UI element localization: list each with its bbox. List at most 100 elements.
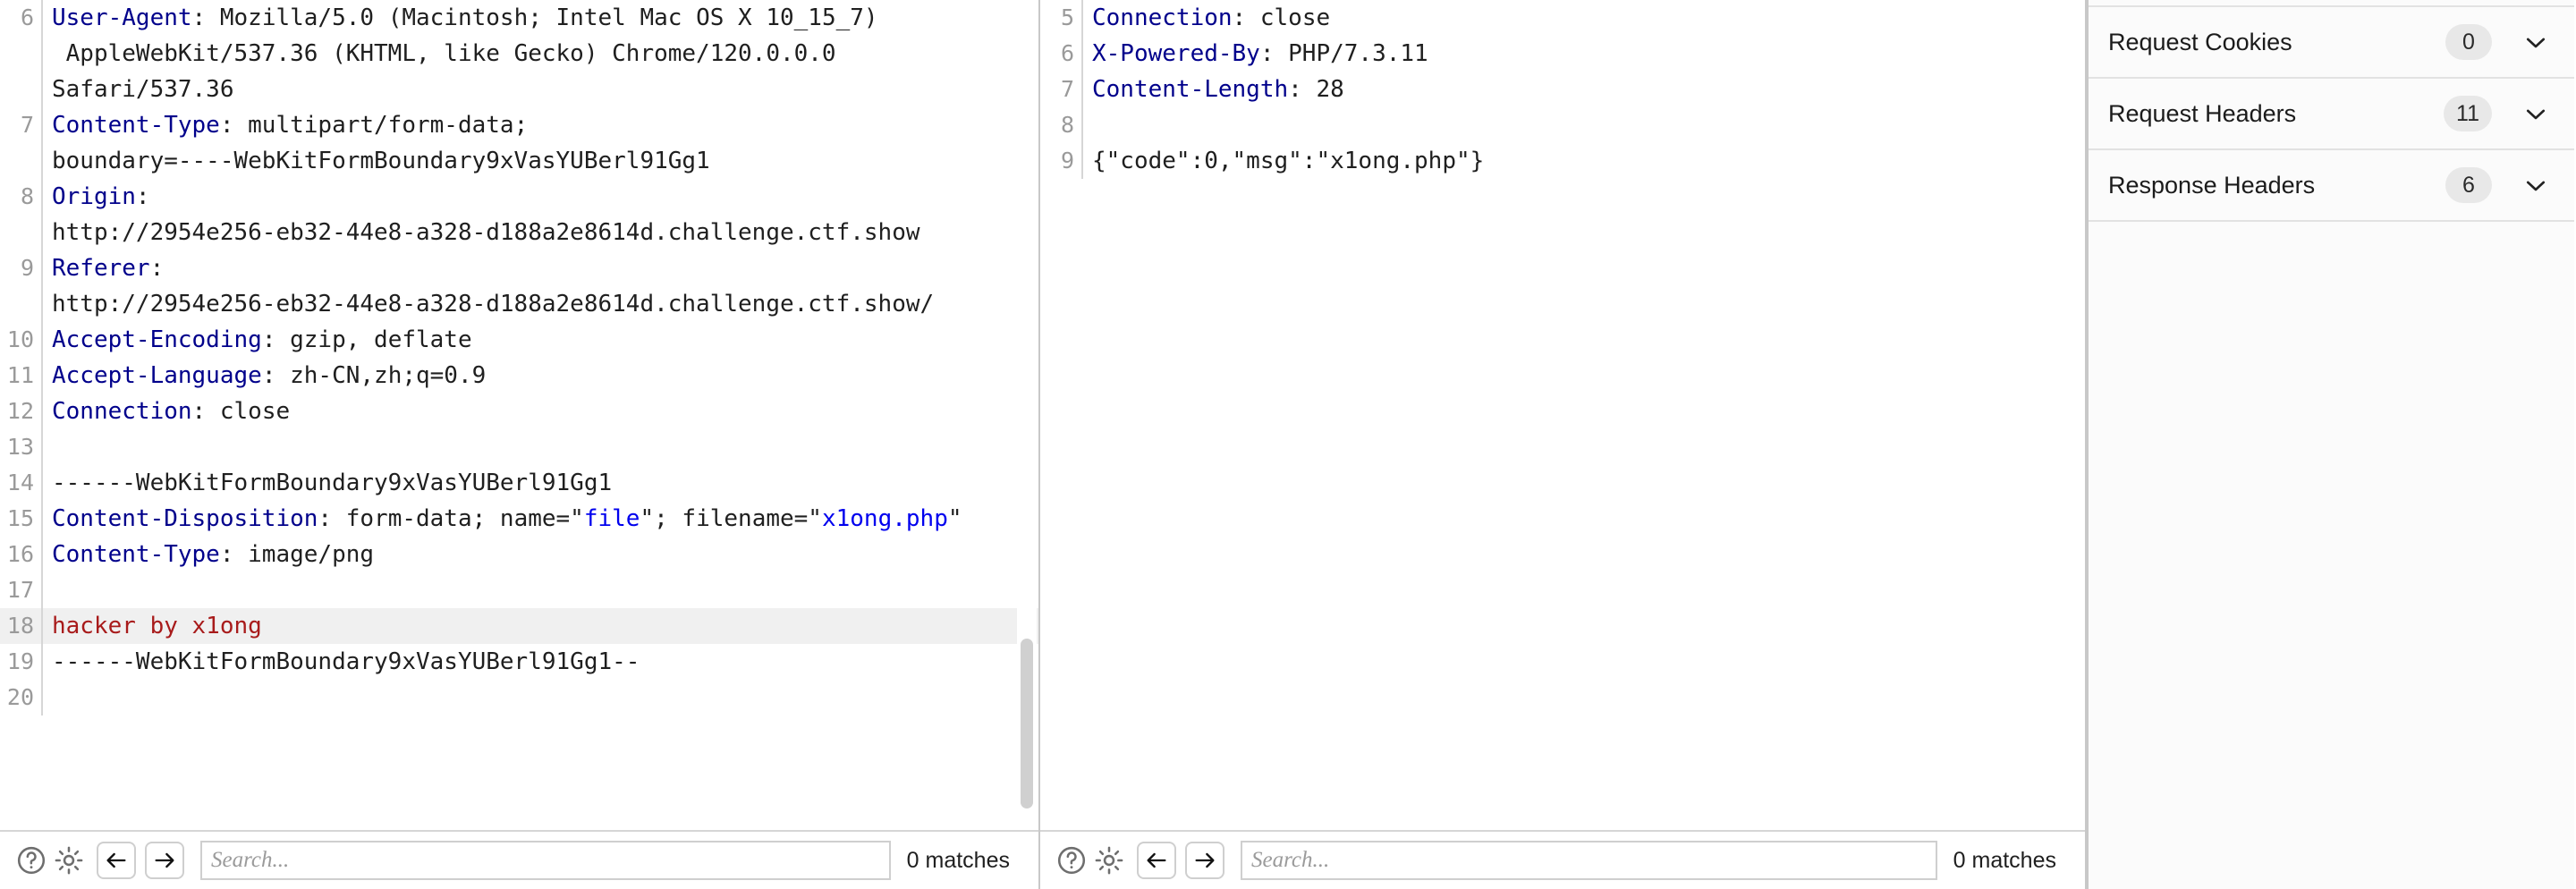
chevron-down-icon[interactable] <box>2522 100 2549 127</box>
code-token: : http://2954e256-eb32-44e8-a328-d188a2e… <box>52 183 920 246</box>
sidebar-section-label: Request Cookies <box>2108 28 2292 55</box>
response-search-placeholder: Search... <box>1251 848 1330 872</box>
line-content: Content-Type: image/png <box>43 537 1038 572</box>
line-number: 16 <box>6 541 34 567</box>
line-content: Connection: close <box>43 394 1038 429</box>
gear-icon[interactable] <box>50 842 88 879</box>
sidebar-section-list: Request Cookies 0 Request Headers 11 Respons… <box>2089 7 2574 222</box>
code-line: 7 Content-Length: 28 <box>1040 72 2085 107</box>
request-search-input[interactable]: Search... <box>200 841 891 880</box>
line-content: Content-Length: 28 <box>1083 72 2085 107</box>
code-line: 9 {"code":0,"msg":"x1ong.php"} <box>1040 143 2085 179</box>
line-number: 10 <box>6 326 34 352</box>
code-token: : close <box>191 398 291 425</box>
code-token: Content-Type <box>52 112 220 139</box>
line-content: ------WebKitFormBoundary9xVasYUBerl91Gg1 <box>43 465 1038 501</box>
line-number: 8 <box>20 183 34 209</box>
line-number: 6 <box>1060 40 1074 66</box>
line-content: Accept-Language: zh-CN,zh;q=0.9 <box>43 358 1038 394</box>
line-number: 7 <box>20 112 34 138</box>
request-scrollbar-thumb[interactable] <box>1021 639 1033 809</box>
find-previous-button[interactable] <box>1137 842 1176 879</box>
code-token: Connection <box>1092 4 1233 31</box>
sidebar-section-request-cookies[interactable]: Request Cookies 0 <box>2089 7 2574 79</box>
code-line: 8 <box>1040 107 2085 143</box>
request-scrollbar[interactable] <box>1017 0 1037 830</box>
line-content: hacker by x1ong <box>43 608 1038 644</box>
code-token: : http://2954e256-eb32-44e8-a328-d188a2e… <box>52 255 935 318</box>
code-line: 20 <box>0 680 1038 715</box>
code-token: Content-Length <box>1092 76 1289 103</box>
code-line: 13 <box>0 429 1038 465</box>
response-code-lines: 5 Connection: close 6 X-Powered-By: PHP/7.3… <box>1040 0 2085 179</box>
find-previous-button[interactable] <box>97 842 136 879</box>
code-token: x1ong.php <box>821 505 948 532</box>
line-content: X-Powered-By: PHP/7.3.11 <box>1083 36 2085 72</box>
gear-icon[interactable] <box>1090 842 1128 879</box>
code-line: 16 Content-Type: image/png <box>0 537 1038 572</box>
code-token: : form-data; name=" <box>318 505 584 532</box>
line-number: 7 <box>1060 76 1074 102</box>
code-line: 6 X-Powered-By: PHP/7.3.11 <box>1040 36 2085 72</box>
line-content: User-Agent: Mozilla/5.0 (Macintosh; Inte… <box>43 0 1038 107</box>
question-circle-icon[interactable] <box>1053 842 1090 879</box>
gutter-divider <box>41 429 43 465</box>
sidebar-section-label: Request Headers <box>2108 99 2297 127</box>
code-line: 11 Accept-Language: zh-CN,zh;q=0.9 <box>0 358 1038 394</box>
code-token: ------WebKitFormBoundary9xVasYUBerl91Gg1… <box>52 648 640 675</box>
code-token: : zh-CN,zh;q=0.9 <box>261 362 487 389</box>
code-line: 14 ------WebKitFormBoundary9xVasYUBerl91G… <box>0 465 1038 501</box>
find-next-button[interactable] <box>1185 842 1224 879</box>
code-line: 5 Connection: close <box>1040 0 2085 36</box>
code-token: Referer <box>52 255 150 282</box>
sidebar-section-request-headers[interactable]: Request Headers 11 <box>2089 79 2574 150</box>
request-code-lines: 6 User-Agent: Mozilla/5.0 (Macintosh; Int… <box>0 0 1038 715</box>
code-line: 15 Content-Disposition: form-data; name="… <box>0 501 1038 537</box>
request-search-toolbar: Search... 0 matches <box>0 830 1038 889</box>
response-code-area[interactable]: 5 Connection: close 6 X-Powered-By: PHP/7.3… <box>1040 0 2085 830</box>
inspector-sidebar: Request Cookies 0 Request Headers 11 Respons… <box>2087 0 2574 889</box>
line-content: Connection: close <box>1083 0 2085 36</box>
sidebar-section-label: Response Headers <box>2108 171 2316 199</box>
find-next-button[interactable] <box>145 842 184 879</box>
code-token: X-Powered-By <box>1092 40 1260 67</box>
line-number: 19 <box>6 648 34 674</box>
sidebar-empty-space <box>2089 222 2574 889</box>
sidebar-top-divider <box>2089 0 2574 7</box>
code-token: ------WebKitFormBoundary9xVasYUBerl91Gg1 <box>52 470 613 496</box>
line-number: 18 <box>6 613 34 639</box>
code-token: : image/png <box>219 541 375 568</box>
line-number: 8 <box>1060 112 1074 138</box>
code-line: 8 Origin: http://2954e256-eb32-44e8-a328-… <box>0 179 1038 250</box>
code-token: : gzip, deflate <box>261 326 472 353</box>
chevron-down-icon[interactable] <box>2522 172 2549 199</box>
sidebar-section-response-headers[interactable]: Response Headers 6 <box>2089 150 2574 222</box>
code-token: Content-Disposition <box>52 505 318 532</box>
code-line: 19 ------WebKitFormBoundary9xVasYUBerl91G… <box>0 644 1038 680</box>
response-search-input[interactable]: Search... <box>1241 841 1937 880</box>
question-circle-icon[interactable] <box>13 842 50 879</box>
code-token: Connection <box>52 398 192 425</box>
line-content: ------WebKitFormBoundary9xVasYUBerl91Gg1… <box>43 644 1038 680</box>
response-match-count: 0 matches <box>1953 847 2056 873</box>
line-content: {"code":0,"msg":"x1ong.php"} <box>1083 143 2085 179</box>
sidebar-section-count-badge: 6 <box>2445 167 2492 203</box>
request-code-area[interactable]: 6 User-Agent: Mozilla/5.0 (Macintosh; Int… <box>0 0 1038 830</box>
code-token: file <box>583 505 640 532</box>
line-number: 12 <box>6 398 34 424</box>
line-number: 11 <box>6 362 34 388</box>
code-line: 9 Referer: http://2954e256-eb32-44e8-a328… <box>0 250 1038 322</box>
line-content: Referer: http://2954e256-eb32-44e8-a328-… <box>43 250 1038 322</box>
line-number: 9 <box>1060 148 1074 174</box>
gutter-divider <box>41 572 43 608</box>
line-number: 5 <box>1060 4 1074 30</box>
sidebar-section-count-badge: 0 <box>2445 24 2492 60</box>
response-search-toolbar: Search... 0 matches <box>1040 830 2085 889</box>
code-line: 17 <box>0 572 1038 608</box>
line-content: Content-Disposition: form-data; name="fi… <box>43 501 1038 537</box>
line-content: Accept-Encoding: gzip, deflate <box>43 322 1038 358</box>
request-match-count: 0 matches <box>906 847 1010 873</box>
request-pane: 6 User-Agent: Mozilla/5.0 (Macintosh; Int… <box>0 0 1040 889</box>
gutter-divider <box>1081 107 1083 143</box>
chevron-down-icon[interactable] <box>2522 29 2549 55</box>
